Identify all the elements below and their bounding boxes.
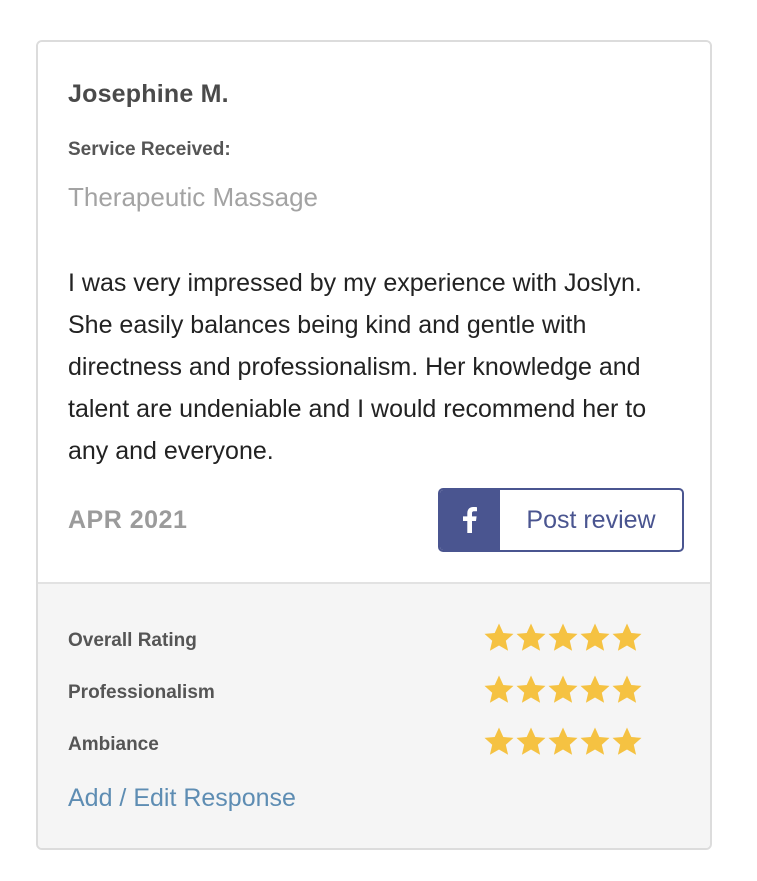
star-icon: [548, 675, 578, 703]
add-edit-response-link[interactable]: Add / Edit Response: [68, 784, 296, 813]
rating-label: Ambiance: [68, 734, 159, 755]
star-icon: [516, 727, 546, 755]
review-card: Josephine M. Service Received: Therapeut…: [36, 40, 712, 850]
star-icon: [548, 623, 578, 651]
review-text: I was very impressed by my experience wi…: [68, 269, 647, 465]
rating-row-professionalism: Professionalism: [68, 674, 648, 714]
star-icon: [516, 675, 546, 703]
star-rating: [483, 622, 643, 662]
star-icon: [548, 727, 578, 755]
rating-label: Overall Rating: [68, 630, 197, 651]
star-rating: [483, 674, 643, 714]
rating-row-overall: Overall Rating: [68, 622, 648, 662]
star-icon: [580, 675, 610, 703]
star-icon: [612, 727, 642, 755]
star-icon: [484, 727, 514, 755]
reviewer-name: Josephine M.: [68, 80, 229, 108]
star-icon: [484, 675, 514, 703]
star-icon: [580, 727, 610, 755]
facebook-icon: [440, 490, 500, 550]
star-icon: [612, 675, 642, 703]
service-label: Service Received:: [68, 139, 231, 160]
ratings-panel: Overall Rating Professionalism Ambiance …: [38, 584, 710, 848]
star-rating: [483, 726, 643, 766]
service-value: Therapeutic Massage: [68, 182, 319, 212]
post-review-button[interactable]: Post review: [438, 488, 684, 552]
review-date: APR 2021: [68, 506, 188, 534]
review-body: Josephine M. Service Received: Therapeut…: [38, 42, 710, 582]
star-icon: [612, 623, 642, 651]
star-icon: [516, 623, 546, 651]
star-icon: [580, 623, 610, 651]
rating-row-ambiance: Ambiance: [68, 726, 648, 766]
post-review-label: Post review: [526, 505, 656, 534]
rating-label: Professionalism: [68, 682, 215, 703]
star-icon: [484, 623, 514, 651]
